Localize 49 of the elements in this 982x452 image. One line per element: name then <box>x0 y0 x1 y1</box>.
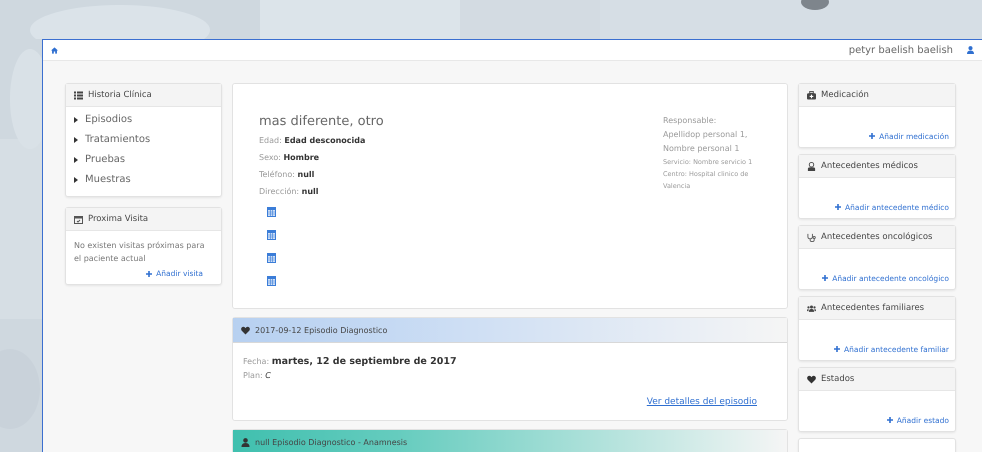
stethoscope-icon <box>807 232 816 242</box>
patient-name: mas diferente, otro <box>259 114 384 129</box>
calendar-icon[interactable] <box>267 207 276 217</box>
home-icon[interactable] <box>51 46 58 54</box>
panel-title: Medicación <box>821 90 869 100</box>
user-icon <box>241 438 250 446</box>
episode-plan: Plan: C <box>243 370 272 382</box>
user-name[interactable]: petyr baelish baelish <box>848 44 953 56</box>
panel-title: Proxima Visita <box>88 214 148 224</box>
menu-item[interactable]: Pruebas <box>85 150 126 170</box>
patient-field: Dirección: null <box>259 183 384 200</box>
episode-header[interactable]: 2017-09-12 Episodio Diagnostico <box>233 318 787 343</box>
episode-date: Fecha: martes, 12 de septiembre de 2017 <box>243 355 458 369</box>
menu-item[interactable]: Episodios <box>85 110 132 130</box>
heart-icon <box>241 326 250 334</box>
patient-field: Edad: Edad desconocida <box>259 132 384 149</box>
episode-header[interactable]: null Episodio Diagnostico - Anamnesis <box>233 430 787 452</box>
panel-title: Antecedentes médicos <box>821 161 918 171</box>
caret-icon <box>74 157 78 163</box>
responsible-text: Responsable: Apellidop personal 1, Nombre personal 1 <box>663 115 748 155</box>
plus-icon <box>834 346 840 352</box>
menu-item[interactable]: Muestras <box>85 170 131 190</box>
heart-icon <box>807 374 816 384</box>
panel-title: Antecedentes oncológicos <box>821 232 932 242</box>
episode-details-link[interactable]: Ver detalles del episodio <box>646 397 757 407</box>
caret-icon <box>74 117 78 123</box>
calendar-icon[interactable] <box>267 276 276 286</box>
plus-icon <box>869 133 876 139</box>
caret-icon <box>74 177 78 183</box>
plus-icon <box>835 204 842 210</box>
calendar-icon <box>74 214 83 224</box>
plus-icon <box>886 417 893 423</box>
panel-title: Antecedentes familiares <box>821 303 924 313</box>
plus-icon <box>822 275 828 281</box>
menu-item[interactable]: Tratamientos <box>85 130 150 150</box>
calendar-icon[interactable] <box>267 230 276 240</box>
visit-message: No existen visitas próximas para el paciente actual <box>74 240 206 265</box>
doctor-icon <box>807 162 816 170</box>
plus-icon <box>146 270 152 276</box>
user-icon[interactable] <box>967 46 974 54</box>
patient-field: Sexo: Hombre <box>259 149 384 166</box>
patient-field: Teléfono: null <box>259 166 384 183</box>
caret-icon <box>74 137 78 143</box>
list-icon <box>74 90 83 100</box>
panel-title: Estados <box>821 374 854 384</box>
medkit-icon <box>807 90 816 100</box>
calendar-icon[interactable] <box>267 253 276 263</box>
panel-title: Historia Clínica <box>88 90 152 100</box>
group-icon <box>807 304 816 312</box>
